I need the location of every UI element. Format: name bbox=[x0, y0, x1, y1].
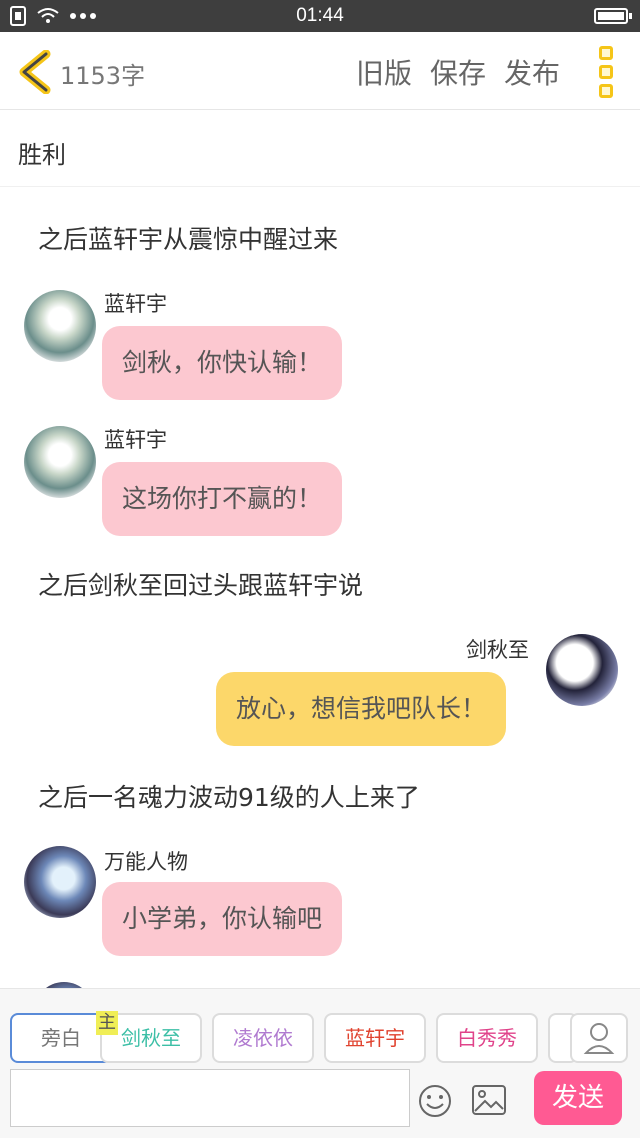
role-button-baixiuxiu[interactable]: 白秀秀 bbox=[436, 1013, 538, 1063]
chat-area[interactable]: 之后蓝轩宇从震惊中醒过来 蓝轩宇 剑秋，你快认输！ 蓝轩宇 这场你打不赢的！ 之… bbox=[0, 188, 640, 988]
old-version-button[interactable]: 旧版 bbox=[356, 52, 412, 92]
back-icon[interactable] bbox=[16, 50, 52, 94]
avatar[interactable] bbox=[24, 426, 96, 498]
speaker-name: 剑秋至 bbox=[466, 638, 529, 662]
emoji-icon[interactable] bbox=[418, 1084, 452, 1118]
status-bar: 01:44 bbox=[0, 0, 640, 32]
message-bubble[interactable]: 这场你打不赢的！ bbox=[102, 462, 343, 536]
speaker-name: 蓝轩宇 bbox=[104, 292, 167, 316]
role-label: 蓝轩宇 bbox=[345, 1026, 405, 1050]
role-button-jianqiuzhi[interactable]: 主 剑秋至 bbox=[96, 1011, 202, 1063]
role-button-lanxuanyu[interactable]: 蓝轩宇 bbox=[324, 1013, 426, 1063]
more-menu-icon[interactable] bbox=[594, 46, 618, 98]
role-label: 旁白 bbox=[41, 1026, 81, 1050]
composer-panel: 旁白 主 剑秋至 凌依依 蓝轩宇 白秀秀 发送 bbox=[0, 988, 640, 1138]
avatar[interactable] bbox=[24, 290, 96, 362]
main-role-badge: 主 bbox=[96, 1011, 118, 1035]
narration-text: 之后剑秋至回过头跟蓝轩宇说 bbox=[38, 571, 364, 600]
character-manage-button[interactable] bbox=[570, 1013, 628, 1063]
save-button[interactable]: 保存 bbox=[430, 52, 486, 92]
publish-button[interactable]: 发布 bbox=[504, 52, 560, 92]
narration-text: 之后蓝轩宇从震惊中醒过来 bbox=[38, 225, 339, 254]
role-label: 白秀秀 bbox=[457, 1026, 517, 1050]
role-label: 凌依依 bbox=[233, 1026, 293, 1050]
story-title: 胜利 bbox=[18, 141, 66, 169]
role-button-lingyiyi[interactable]: 凌依依 bbox=[212, 1013, 314, 1063]
message-bubble[interactable]: 放心，想信我吧队长！ bbox=[216, 672, 507, 746]
speaker-name: 万能人物 bbox=[104, 850, 188, 874]
send-button[interactable]: 发送 bbox=[534, 1071, 622, 1125]
message-bubble[interactable]: 剑秋，你快认输！ bbox=[102, 326, 343, 400]
image-icon[interactable] bbox=[472, 1085, 506, 1115]
message-bubble[interactable]: 小学弟，你认输吧 bbox=[102, 882, 343, 956]
story-title-bar[interactable]: 胜利 bbox=[0, 111, 640, 187]
person-icon bbox=[583, 1023, 615, 1054]
word-count: 1153字 bbox=[60, 62, 146, 90]
top-bar: 1153字 旧版 保存 发布 bbox=[0, 32, 640, 110]
role-label: 剑秋至 bbox=[121, 1026, 181, 1050]
battery-icon bbox=[594, 8, 632, 24]
narration-text: 之后一名魂力波动91级的人上来了 bbox=[38, 783, 420, 812]
speaker-name: 蓝轩宇 bbox=[104, 428, 167, 452]
message-input[interactable] bbox=[10, 1069, 410, 1127]
avatar[interactable] bbox=[546, 634, 618, 706]
avatar[interactable] bbox=[24, 846, 96, 918]
clock: 01:44 bbox=[296, 5, 344, 26]
